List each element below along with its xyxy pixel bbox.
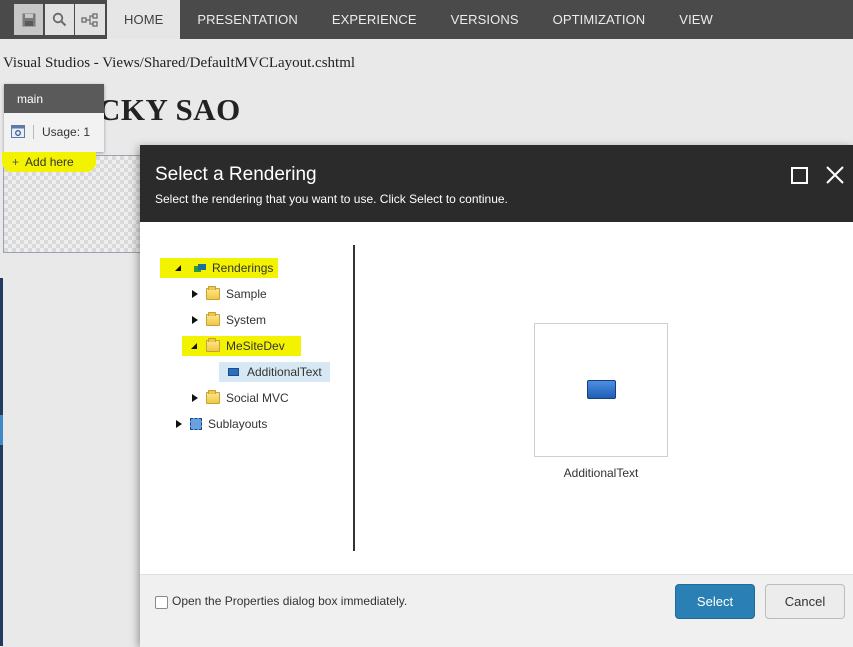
save-button[interactable] (14, 4, 43, 35)
chrome-separator (33, 124, 34, 139)
expand-arrow-icon[interactable] (190, 315, 200, 325)
tree-node-label: Social MVC (226, 391, 289, 405)
expand-arrow-icon[interactable] (190, 393, 200, 403)
folder-icon (206, 338, 220, 352)
page-edge (0, 278, 3, 646)
tab-experience[interactable]: EXPERIENCE (315, 0, 434, 39)
placeholder-name: main (4, 84, 104, 113)
dialog-footer: Open the Properties dialog box immediate… (140, 574, 853, 647)
floppy-disk-icon (22, 13, 35, 26)
dialog-subtitle: Select the rendering that you want to us… (155, 192, 508, 206)
tab-versions[interactable]: VERSIONS (434, 0, 536, 39)
select-rendering-dialog: Select a Rendering Select the rendering … (140, 145, 853, 647)
add-here-label: Add here (25, 155, 74, 169)
add-here-button[interactable]: + Add here (2, 152, 96, 172)
ribbon: HOME PRESENTATION EXPERIENCE VERSIONS OP… (0, 0, 853, 39)
rendering-preview-tile[interactable] (534, 323, 668, 457)
sublayout-icon (190, 418, 202, 430)
preview-label: AdditionalText (563, 466, 639, 480)
folder-icon (206, 312, 220, 326)
rendering-item-icon (587, 380, 616, 399)
panel-divider (353, 245, 355, 551)
navigator-button[interactable] (75, 4, 105, 35)
tree-node-mesitedev[interactable]: MeSiteDev (182, 336, 301, 356)
tree-node-additionaltext[interactable]: AdditionalText (219, 362, 330, 382)
site-title: CKY SAO (98, 92, 241, 127)
plus-icon: + (12, 155, 20, 169)
tab-home[interactable]: HOME (107, 0, 181, 39)
open-properties-label[interactable]: Open the Properties dialog box immediate… (172, 594, 407, 608)
placeholder-chrome: main Usage: 1 (4, 84, 104, 152)
cancel-button[interactable]: Cancel (765, 584, 845, 619)
tree-nodes-icon (81, 12, 98, 27)
close-icon[interactable] (824, 164, 846, 186)
expand-arrow-icon[interactable] (174, 419, 184, 429)
folder-icon (206, 390, 220, 404)
tree-node-renderings[interactable]: Renderings (160, 258, 278, 278)
placeholder-settings-icon[interactable] (11, 125, 25, 138)
tree-node-label: System (226, 313, 267, 327)
page-edge-accent (0, 415, 3, 445)
dialog-body: Renderings Sample System MeSiteDev Addit… (140, 222, 853, 574)
folder-icon (206, 286, 220, 300)
collapse-arrow-icon[interactable] (174, 263, 184, 273)
tree-node-label: Renderings (212, 261, 274, 275)
tab-presentation[interactable]: PRESENTATION (180, 0, 314, 39)
placeholder-usage: Usage: 1 (42, 124, 91, 139)
rendering-item-icon (228, 368, 239, 376)
dialog-title: Select a Rendering (155, 164, 317, 185)
dialog-header: Select a Rendering Select the rendering … (140, 145, 853, 222)
open-properties-checkbox[interactable] (155, 596, 168, 609)
search-button[interactable] (45, 4, 74, 35)
tree-node-system[interactable]: System (190, 310, 266, 330)
tree-node-label: MeSiteDev (226, 339, 285, 353)
tree-node-label: AdditionalText (247, 365, 322, 379)
tree-node-sample[interactable]: Sample (190, 284, 267, 304)
search-icon (52, 12, 67, 27)
page-path: Visual Studios - Views/Shared/DefaultMVC… (3, 55, 356, 71)
tab-view[interactable]: VIEW (662, 0, 730, 39)
maximize-icon[interactable] (791, 167, 808, 184)
tab-optimization[interactable]: OPTIMIZATION (536, 0, 663, 39)
renderings-icon (194, 263, 206, 273)
ribbon-tabs: HOME PRESENTATION EXPERIENCE VERSIONS OP… (107, 0, 730, 39)
tree-node-social-mvc[interactable]: Social MVC (190, 388, 289, 408)
collapse-arrow-icon[interactable] (190, 341, 200, 351)
expand-arrow-icon[interactable] (190, 289, 200, 299)
tree-node-label: Sample (226, 287, 267, 301)
tree-node-label: Sublayouts (208, 417, 268, 431)
tree-node-sublayouts[interactable]: Sublayouts (174, 414, 267, 434)
select-button[interactable]: Select (675, 584, 755, 619)
